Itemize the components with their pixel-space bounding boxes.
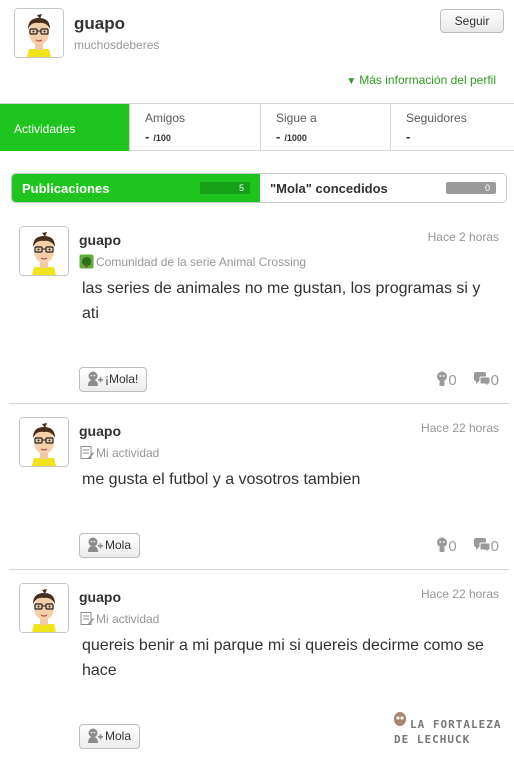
profile-username: muchosdeberes [74,38,160,52]
post-avatar[interactable] [19,417,69,467]
followers-title: Seguidores [406,111,467,125]
tab-yeahs-given-label: "Mola" concedidos [270,181,388,196]
followers-value: - [406,129,411,144]
yeah-button[interactable]: Mola [79,724,141,749]
tab-friends[interactable]: Amigos -/100 [129,104,260,151]
post-counters: 00 [436,371,499,389]
watermark-line-2: DE LECHUCK [394,733,470,746]
tab-yeahs-given[interactable]: "Mola" concedidos 0 [260,174,506,202]
post-community-link[interactable]: Comunidad de la serie Animal Crossing [79,254,306,269]
tab-publications[interactable]: Publicaciones 5 [12,174,260,202]
profile-avatar[interactable] [14,8,64,58]
yeah-count[interactable]: 0 [436,371,457,389]
triangle-down-icon: ▼ [346,76,357,87]
comment-icon [473,537,491,553]
post-community-name: Comunidad de la serie Animal Crossing [96,255,307,269]
post-item: guapo Hace 2 horas Comunidad de la serie… [9,226,509,400]
post-community-name: Mi actividad [96,446,160,460]
tab-activities[interactable]: Actividades [0,104,129,151]
diary-icon [80,446,94,459]
post-item: guapo Hace 22 horas Mi actividad me gust… [9,417,509,567]
yeah-button[interactable]: Mola [79,533,141,558]
yeah-add-icon [88,728,103,743]
publications-count-badge: 5 [200,182,250,194]
yeah-add-icon [88,371,103,386]
post-avatar[interactable] [19,226,69,276]
profile-stats-bar: Actividades Amigos -/100 Sigue a -/1000 … [0,103,514,151]
tab-followers[interactable]: Seguidores - [390,104,514,151]
yeah-icon [437,371,448,386]
post-body[interactable]: me gusta el futbol y a vosotros tambien [82,467,492,492]
post-author-name[interactable]: guapo [79,232,121,248]
diary-icon [80,612,94,625]
post-divider [9,569,509,570]
tab-activities-label: Actividades [14,122,76,136]
follow-button[interactable]: Seguir [440,9,504,33]
more-profile-info-link[interactable]: ▼ Más información del perfil [346,73,496,87]
watermark-line-1: LA FORTALEZA [410,718,501,731]
post-divider [9,403,509,404]
post-counters: 00 [436,537,499,555]
post-tabs: Publicaciones 5 "Mola" concedidos 0 [11,173,507,203]
yeah-button-label: ¡Mola! [105,372,139,386]
comment-count[interactable]: 0 [473,537,499,555]
post-avatar[interactable] [19,583,69,633]
friends-title: Amigos [145,111,186,125]
post-author-name[interactable]: guapo [79,423,121,439]
comment-icon [473,371,491,387]
tab-following[interactable]: Sigue a -/1000 [260,104,390,151]
profile-header: guapo muchosdeberes Seguir ▼ Más informac… [0,0,514,103]
post-timestamp[interactable]: Hace 22 horas [421,587,499,601]
yeah-count[interactable]: 0 [436,537,457,555]
yeah-add-icon [88,537,103,552]
following-value: -/1000 [276,129,307,144]
yeah-button-label: Mola [105,538,132,552]
post-community-link[interactable]: Mi actividad [79,445,159,460]
comment-count[interactable]: 0 [473,371,499,389]
profile-name: guapo [74,14,125,33]
post-author-name[interactable]: guapo [79,589,121,605]
following-title: Sigue a [276,111,317,125]
tab-publications-label: Publicaciones [22,181,110,196]
friends-value: -/100 [145,129,171,144]
post-timestamp[interactable]: Hace 2 horas [428,230,499,244]
post-community-link[interactable]: Mi actividad [79,611,159,626]
post-community-name: Mi actividad [96,612,160,626]
post-body[interactable]: las series de animales no me gustan, los… [82,276,492,326]
more-profile-info-label: Más información del perfil [359,73,496,87]
yeahs-given-count-badge: 0 [446,182,496,194]
post-timestamp[interactable]: Hace 22 horas [421,421,499,435]
yeah-icon [437,537,448,552]
yeah-button-label: Mola [105,729,132,743]
animal-crossing-leaf-icon [79,254,94,269]
yeah-button[interactable]: ¡Mola! [79,367,148,392]
site-watermark-logo: LA FORTALEZA DE LECHUCK [394,712,501,746]
post-body[interactable]: quereis benir a mi parque mi si quereis … [82,633,492,683]
